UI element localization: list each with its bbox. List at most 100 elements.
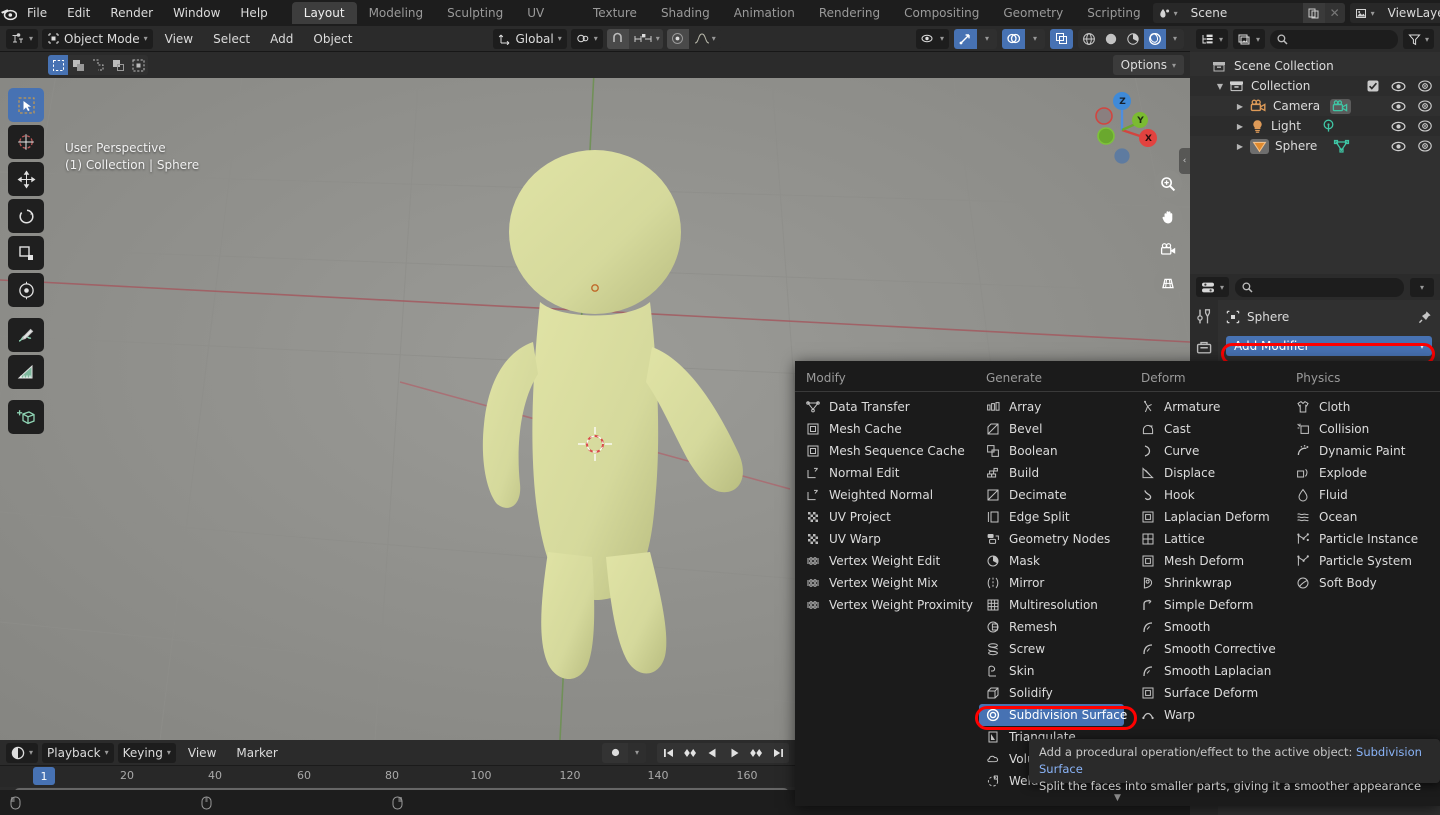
outliner-id-type-icon[interactable]: ▾: [1233, 29, 1266, 49]
modifier-item-subdivision-surface[interactable]: Subdivision Surface: [979, 704, 1127, 726]
camera-render-icon[interactable]: [1418, 80, 1432, 92]
jump-next-keyframe-icon[interactable]: [745, 742, 767, 763]
auto-keying-dropdown[interactable]: ▾: [628, 742, 646, 763]
modifier-item-smooth-laplacian[interactable]: Smooth Laplacian: [1130, 660, 1285, 682]
modifier-item-weighted-normal[interactable]: Weighted Normal: [795, 484, 975, 506]
tab-modeling[interactable]: Modeling: [357, 2, 436, 24]
modifier-item-normal-edit[interactable]: Normal Edit: [795, 462, 975, 484]
gizmo-axis-y[interactable]: Y: [1132, 112, 1149, 129]
gizmo-icon[interactable]: [954, 28, 977, 49]
chevron-right-icon[interactable]: ▶: [1234, 122, 1246, 131]
modifier-item-decimate[interactable]: Decimate: [975, 484, 1130, 506]
modifier-item-mask[interactable]: Mask: [975, 550, 1130, 572]
menu-edit[interactable]: Edit: [57, 0, 100, 26]
modifier-item-edge-split[interactable]: Edge Split: [975, 506, 1130, 528]
gizmo-axis-x[interactable]: X: [1140, 130, 1157, 147]
modifier-item-armature[interactable]: Armature: [1130, 396, 1285, 418]
object-visibility-selector[interactable]: ▾: [915, 28, 949, 49]
modifier-item-displace[interactable]: Displace: [1130, 462, 1285, 484]
viewlayer-name[interactable]: ViewLayer: [1379, 3, 1440, 23]
modifier-item-mirror[interactable]: Mirror: [975, 572, 1130, 594]
pan-hand-icon[interactable]: [1154, 203, 1182, 231]
jump-to-start-icon[interactable]: [657, 742, 679, 763]
transform-orientation-selector[interactable]: Global ▾: [493, 28, 567, 49]
outliner-row-light[interactable]: ▶ Light: [1190, 116, 1440, 136]
timeline-editor-icon[interactable]: ▾: [6, 742, 39, 763]
camera-render-icon[interactable]: [1418, 120, 1432, 132]
tab-sculpting[interactable]: Sculpting: [435, 2, 515, 24]
solid-shading-icon[interactable]: [1100, 28, 1122, 49]
chevron-down-icon[interactable]: ▼: [1214, 82, 1226, 91]
delete-scene-icon[interactable]: ✕: [1324, 3, 1345, 23]
properties-options-dropdown[interactable]: ▾: [1410, 277, 1434, 297]
editor-type-icon[interactable]: ▾: [6, 28, 39, 49]
menu-file[interactable]: File: [17, 0, 57, 26]
jump-prev-keyframe-icon[interactable]: [679, 742, 701, 763]
modifier-item-remesh[interactable]: Remesh: [975, 616, 1130, 638]
pivot-point-selector[interactable]: ▾: [570, 28, 603, 49]
camera-render-icon[interactable]: [1418, 140, 1432, 152]
proportional-edit-icon[interactable]: [666, 28, 689, 49]
tool-add-cube[interactable]: [8, 400, 44, 434]
navigation-gizmo[interactable]: Z Y X: [1080, 88, 1164, 172]
scene-icon[interactable]: ▾: [1152, 3, 1183, 23]
modifier-item-fluid[interactable]: Fluid: [1285, 484, 1440, 506]
zoom-icon[interactable]: [1154, 170, 1182, 198]
eye-icon[interactable]: [1391, 121, 1406, 132]
play-icon[interactable]: [723, 742, 745, 763]
timeline-menu-keying[interactable]: Keying ▾: [117, 742, 176, 763]
scene-name[interactable]: Scene: [1182, 3, 1303, 23]
tab-compositing[interactable]: Compositing: [892, 2, 991, 24]
camera-data-icon[interactable]: [1330, 98, 1352, 114]
outliner-row-camera[interactable]: ▶ Camera: [1190, 96, 1440, 116]
chevron-right-icon[interactable]: ▶: [1234, 102, 1246, 111]
blender-logo-icon[interactable]: [0, 6, 17, 21]
pin-icon[interactable]: [1418, 310, 1432, 324]
object-mode-selector[interactable]: Object Mode ▾: [42, 28, 153, 49]
ortho-persp-toggle-icon[interactable]: [1154, 269, 1182, 297]
tool-tab-icon[interactable]: [1196, 308, 1213, 325]
modifier-item-skin[interactable]: Skin: [975, 660, 1130, 682]
modifier-item-data-transfer[interactable]: Data Transfer: [795, 396, 975, 418]
viewport-menu-view[interactable]: View: [157, 29, 201, 49]
eye-icon[interactable]: [1391, 81, 1406, 92]
modifier-item-collision[interactable]: Collision: [1285, 418, 1440, 440]
viewlayer-icon[interactable]: ▾: [1349, 3, 1380, 23]
outliner-filter-button[interactable]: ▾: [1402, 29, 1434, 49]
modifier-item-uv-project[interactable]: UV Project: [795, 506, 975, 528]
chevron-right-icon[interactable]: ▶: [1234, 142, 1246, 151]
light-data-icon[interactable]: [1321, 119, 1336, 133]
modifier-item-geometry-nodes[interactable]: Geometry Nodes: [975, 528, 1130, 550]
modifier-item-build[interactable]: Build: [975, 462, 1130, 484]
tool-transform[interactable]: [8, 273, 44, 307]
outliner-row-collection[interactable]: ▼ Collection: [1190, 76, 1440, 96]
timeline-menu-playback[interactable]: Playback ▾: [42, 742, 114, 763]
viewport-options-button[interactable]: Options ▾: [1112, 55, 1184, 75]
mesh-object-icon[interactable]: [1250, 138, 1269, 154]
overlays-icon[interactable]: [1002, 28, 1025, 49]
tab-shading[interactable]: Shading: [649, 2, 722, 24]
modifier-item-ocean[interactable]: Ocean: [1285, 506, 1440, 528]
modifier-item-shrinkwrap[interactable]: Shrinkwrap: [1130, 572, 1285, 594]
new-scene-icon[interactable]: [1302, 3, 1325, 23]
tab-animation[interactable]: Animation: [722, 2, 807, 24]
modifier-item-mesh-sequence-cache[interactable]: Mesh Sequence Cache: [795, 440, 975, 462]
tab-uv-editing[interactable]: UV Editing: [515, 2, 581, 42]
tool-measure[interactable]: [8, 355, 44, 389]
box-select-icon[interactable]: [68, 55, 88, 75]
modifier-item-array[interactable]: Array: [975, 396, 1130, 418]
modifier-item-simple-deform[interactable]: Simple Deform: [1130, 594, 1285, 616]
timeline-menu-view[interactable]: View: [180, 743, 224, 763]
tab-layout[interactable]: Layout: [291, 2, 357, 24]
modifier-item-boolean[interactable]: Boolean: [975, 440, 1130, 462]
snap-to-selector[interactable]: ▾: [628, 28, 663, 49]
modifier-item-explode[interactable]: Explode: [1285, 462, 1440, 484]
modifier-item-multiresolution[interactable]: Multiresolution: [975, 594, 1130, 616]
outliner-row-sphere[interactable]: ▶ Sphere: [1190, 136, 1440, 156]
tab-rendering[interactable]: Rendering: [807, 2, 892, 24]
tweak-select-icon[interactable]: [48, 55, 68, 75]
overlays-dropdown[interactable]: ▾: [1025, 28, 1045, 49]
current-frame-indicator[interactable]: 1: [33, 767, 55, 785]
tool-move[interactable]: [8, 162, 44, 196]
lasso-select-icon[interactable]: [108, 55, 128, 75]
